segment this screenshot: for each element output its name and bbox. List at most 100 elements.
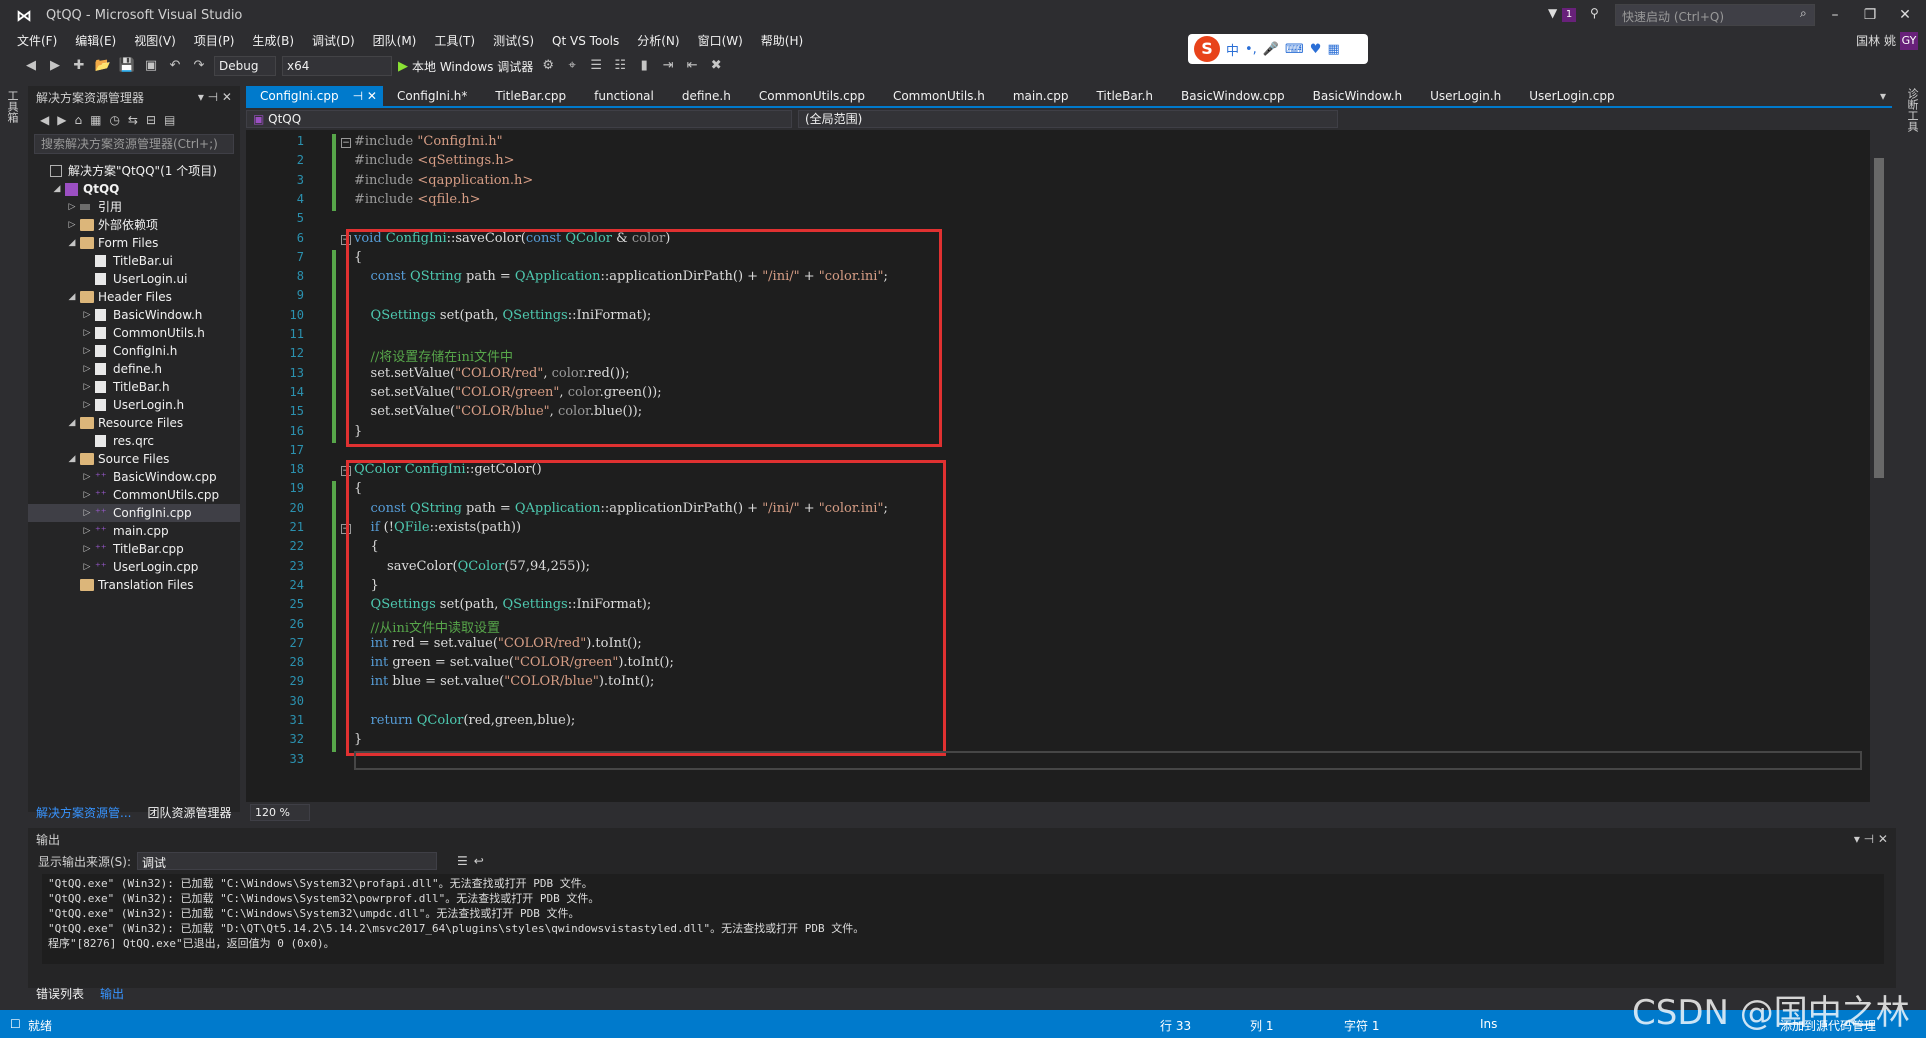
configuration-select[interactable]: Debug <box>214 56 276 76</box>
expand-arrow-icon[interactable]: ▷ <box>81 486 93 504</box>
new-project-icon[interactable]: ✚ <box>70 57 88 75</box>
switch-views-icon[interactable]: ▦ <box>90 113 101 127</box>
tab-error-list[interactable]: 错误列表 <box>28 982 92 1004</box>
save-icon[interactable]: 💾 <box>118 57 136 75</box>
code-line[interactable]: #include <qSettings.h> <box>354 153 515 168</box>
code-line[interactable]: set.setValue("COLOR/green", color.green(… <box>354 385 662 400</box>
expand-arrow-icon[interactable]: ▷ <box>81 558 93 576</box>
clear-bookmarks-icon[interactable]: ✖ <box>707 57 725 75</box>
tree-item[interactable]: ▷ CommonUtils.h <box>28 324 240 342</box>
filter-icon[interactable]: ▼ <box>1548 6 1557 20</box>
tree-item[interactable]: ▷ ⁺⁺ CommonUtils.cpp <box>28 486 240 504</box>
tab-output[interactable]: 输出 <box>92 982 132 1004</box>
code-line[interactable]: { <box>354 481 362 496</box>
clear-all-icon[interactable]: ☰ <box>457 854 468 868</box>
tree-item[interactable]: ▷ ⁺⁺ ConfigIni.cpp <box>28 504 240 522</box>
tree-item[interactable]: ▷ UserLogin.h <box>28 396 240 414</box>
find-icon[interactable]: ⌖ <box>563 57 581 75</box>
code-line[interactable]: #include "ConfigIni.h" <box>354 134 503 149</box>
back-icon[interactable]: ◀ <box>22 57 40 75</box>
tab-list-dropdown-icon[interactable]: ▾ <box>1880 89 1886 103</box>
user-name[interactable]: 国林 姚 <box>1856 32 1896 49</box>
tree-item[interactable]: ◢ Header Files <box>28 288 240 306</box>
code-line[interactable]: //从ini文件中读取设置 <box>354 617 500 636</box>
menu-item[interactable]: 视图(V) <box>125 30 185 52</box>
expand-arrow-icon[interactable]: ▷ <box>81 360 93 378</box>
minimize-button[interactable]: – <box>1820 4 1850 26</box>
scrollbar-thumb[interactable] <box>1874 158 1884 478</box>
expand-arrow-icon[interactable]: ▷ <box>81 540 93 558</box>
editor-tab[interactable]: CommonUtils.cpp <box>745 86 879 106</box>
expand-arrow-icon[interactable]: ▷ <box>81 468 93 486</box>
editor-tab[interactable]: BasicWindow.h <box>1299 86 1416 106</box>
tab-solution-explorer[interactable]: 解决方案资源管... <box>28 801 139 823</box>
tree-item[interactable]: ▷ ⁺⁺ UserLogin.cpp <box>28 558 240 576</box>
expand-arrow-icon[interactable]: ▷ <box>81 522 93 540</box>
panel-options-icon[interactable]: ▾ ⊣ ✕ <box>198 90 232 104</box>
zoom-select[interactable]: 120 % <box>250 803 310 821</box>
menu-item[interactable]: 团队(M) <box>364 30 426 52</box>
code-line[interactable]: //将设置存储在ini文件中 <box>354 346 513 365</box>
expand-arrow-icon[interactable]: ▷ <box>81 378 93 396</box>
bookmark-icon[interactable]: ▮ <box>635 57 653 75</box>
code-line[interactable]: set.setValue("COLOR/blue", color.blue())… <box>354 404 643 419</box>
editor-tab[interactable]: ConfigIni.cpp ⊣ ✕ <box>246 86 383 106</box>
menu-item[interactable]: 调试(D) <box>303 30 364 52</box>
expand-arrow-icon[interactable]: ▷ <box>66 198 78 216</box>
close-tab-icon[interactable]: ⊣ ✕ <box>353 89 377 103</box>
panel-options-icon[interactable]: ▾ ⊣ ✕ <box>1854 832 1888 846</box>
expand-arrow-icon[interactable]: ▷ <box>81 324 93 342</box>
editor-tab[interactable]: TitleBar.cpp <box>481 86 580 106</box>
attach-icon[interactable]: ⚙ <box>539 57 557 75</box>
code-editor[interactable]: 1 2 3 4 5 6 7 8 9 10 11 12 13 14 15 16 17 18 19 20 21 22 23 24 2… <box>246 130 1876 802</box>
expand-arrow-icon[interactable]: ◢ <box>51 180 63 198</box>
fold-toggle-icon[interactable]: − <box>341 234 351 245</box>
tree-item[interactable]: ▷ BasicWindow.h <box>28 306 240 324</box>
code-line[interactable]: const QString path = QApplication::appli… <box>354 269 888 284</box>
tree-item[interactable]: ◢ Resource Files <box>28 414 240 432</box>
tree-item[interactable]: ▷ ⁺⁺ TitleBar.cpp <box>28 540 240 558</box>
code-line[interactable]: #include <qapplication.h> <box>354 173 533 188</box>
restore-button[interactable]: ❐ <box>1855 4 1885 26</box>
uncomment-icon[interactable]: ☷ <box>611 57 629 75</box>
fold-toggle-icon[interactable]: − <box>341 466 351 477</box>
editor-tab[interactable]: UserLogin.cpp <box>1515 86 1628 106</box>
start-debugging-button[interactable]: ▶ 本地 Windows 调试器 <box>398 58 533 75</box>
properties-icon[interactable]: ▤ <box>164 113 175 127</box>
home-icon[interactable]: ⌂ <box>74 113 82 127</box>
editor-tab[interactable]: functional <box>580 86 668 106</box>
platform-select[interactable]: x64 <box>282 56 392 76</box>
code-line[interactable]: #include <qfile.h> <box>354 192 481 207</box>
code-line[interactable]: { <box>354 250 362 265</box>
code-line[interactable]: int red = set.value("COLOR/red").toInt()… <box>354 636 642 651</box>
close-button[interactable]: ✕ <box>1890 4 1920 26</box>
tree-item[interactable]: TitleBar.ui <box>28 252 240 270</box>
code-line[interactable]: int blue = set.value("COLOR/blue").toInt… <box>354 674 655 689</box>
fold-toggle-icon[interactable]: − <box>341 524 351 534</box>
code-line[interactable]: void ConfigIni::saveColor(const QColor &… <box>354 231 670 246</box>
expand-arrow-icon[interactable]: ▷ <box>81 342 93 360</box>
code-line[interactable]: { <box>354 539 379 554</box>
feedback-icon[interactable]: ⚲ <box>1590 6 1599 20</box>
menu-item[interactable]: 项目(P) <box>185 30 244 52</box>
code-line[interactable]: const QString path = QApplication::appli… <box>354 501 888 516</box>
quick-launch-input[interactable]: 快速启动 (Ctrl+Q) <box>1615 4 1815 26</box>
user-avatar[interactable]: GY <box>1900 32 1918 50</box>
expand-arrow-icon[interactable]: ◢ <box>66 450 78 468</box>
next-bookmark-icon[interactable]: ⇥ <box>659 57 677 75</box>
menu-item[interactable]: 生成(B) <box>243 30 303 52</box>
tree-item[interactable]: ▷ 引用 <box>28 198 240 216</box>
editor-tab[interactable]: TitleBar.h <box>1082 86 1167 106</box>
editor-tab[interactable]: main.cpp <box>999 86 1083 106</box>
tab-team-explorer[interactable]: 团队资源管理器 <box>139 801 239 823</box>
tree-item[interactable]: ▷ ⁺⁺ main.cpp <box>28 522 240 540</box>
code-line[interactable]: } <box>354 424 362 439</box>
code-line[interactable]: } <box>354 578 379 593</box>
word-wrap-icon[interactable]: ↩ <box>474 854 484 868</box>
code-line[interactable]: saveColor(QColor(57,94,255)); <box>354 559 590 574</box>
menu-item[interactable]: 帮助(H) <box>752 30 812 52</box>
menu-item[interactable]: 分析(N) <box>628 30 688 52</box>
forward-icon[interactable]: ▶ <box>57 113 66 127</box>
tree-item[interactable]: ◢ Form Files <box>28 234 240 252</box>
editor-tab[interactable]: CommonUtils.h <box>879 86 999 106</box>
